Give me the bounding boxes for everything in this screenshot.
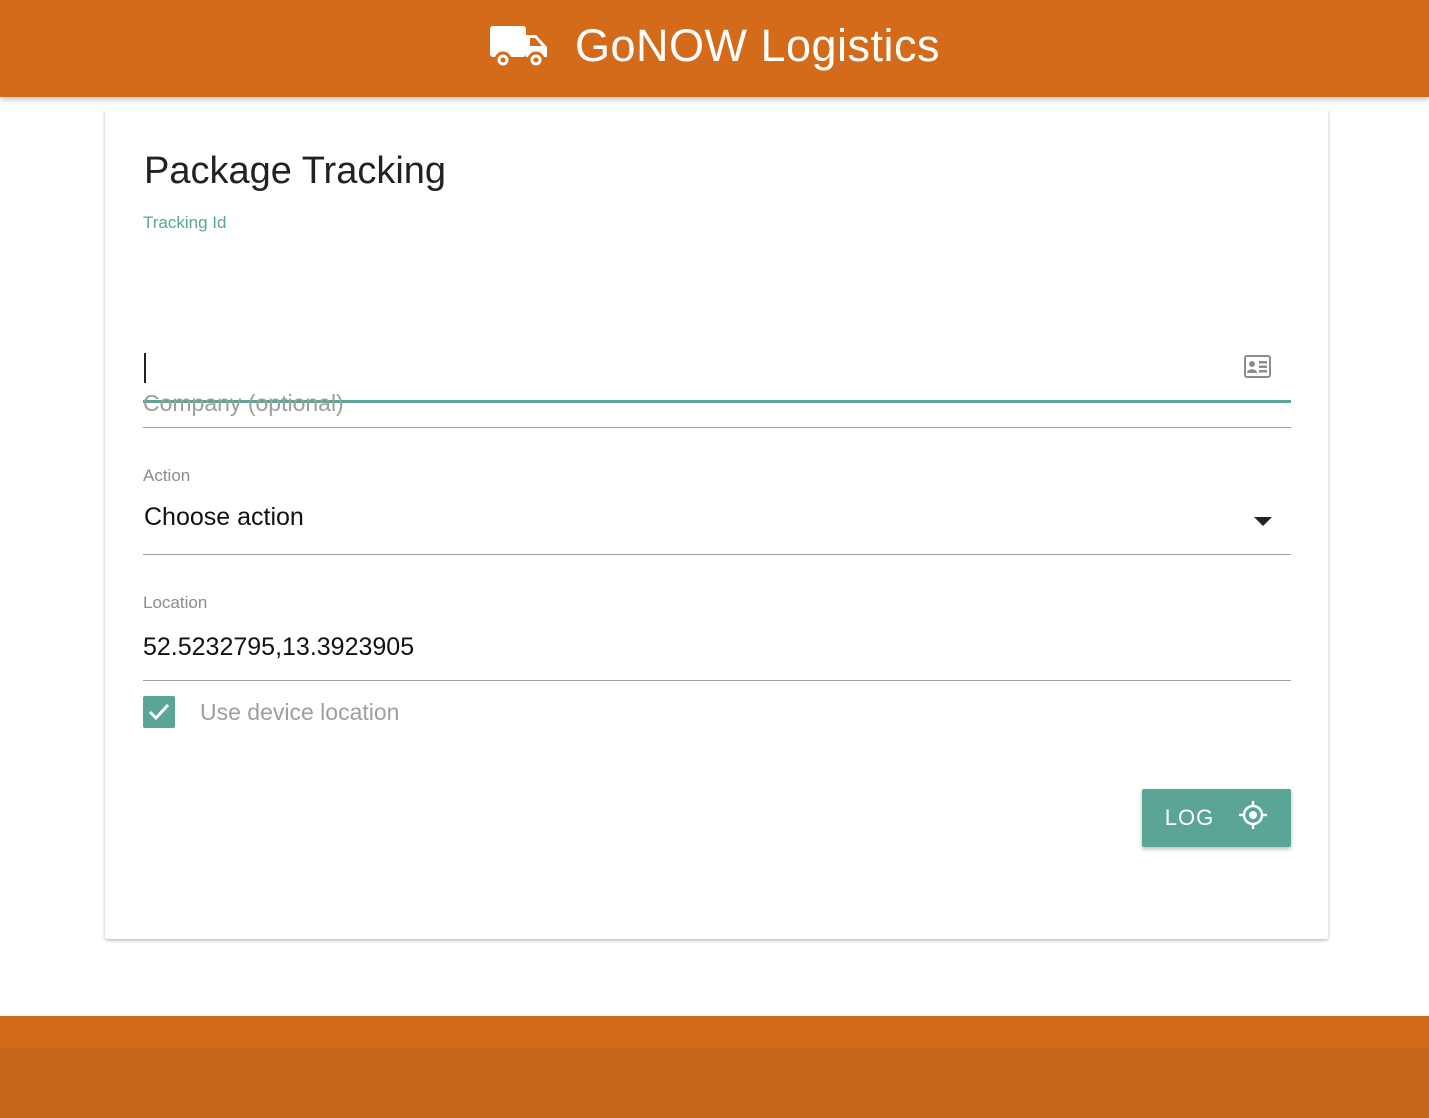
checkmark-icon <box>148 703 170 721</box>
use-device-location-row[interactable]: Use device location <box>143 695 399 729</box>
action-selected-value: Choose action <box>144 503 304 531</box>
log-button-label: LOG <box>1164 805 1215 830</box>
action-label: Action <box>143 466 191 485</box>
action-underline <box>143 554 1291 555</box>
company-field <box>143 370 1291 430</box>
location-label: Location <box>143 593 208 612</box>
company-input[interactable] <box>143 383 1291 423</box>
tracking-card: Package Tracking Tracking Id Action Choo… <box>105 110 1328 939</box>
my-location-icon <box>1238 800 1268 836</box>
location-underline <box>143 680 1291 681</box>
tracking-id-label: Tracking Id <box>143 213 227 232</box>
app-title: GoNOW Logistics <box>574 19 941 71</box>
page-title: Package Tracking <box>144 150 447 192</box>
company-underline <box>143 427 1291 428</box>
use-device-location-label: Use device location <box>200 698 400 725</box>
tracking-id-field: Tracking Id <box>143 210 1291 403</box>
action-select[interactable]: Action Choose action <box>143 465 1291 555</box>
location-input[interactable] <box>143 627 1291 667</box>
location-field: Location <box>143 592 1291 682</box>
app-header: GoNOW Logistics <box>0 0 1429 97</box>
log-button[interactable]: LOG <box>1142 789 1291 847</box>
footer-bottom-band <box>0 1048 1429 1118</box>
brand: GoNOW Logistics <box>489 20 940 72</box>
use-device-location-checkbox[interactable] <box>143 696 175 728</box>
footer-top-band <box>0 1016 1429 1048</box>
dropdown-arrow-icon[interactable] <box>1254 517 1272 526</box>
truck-icon <box>489 24 549 68</box>
